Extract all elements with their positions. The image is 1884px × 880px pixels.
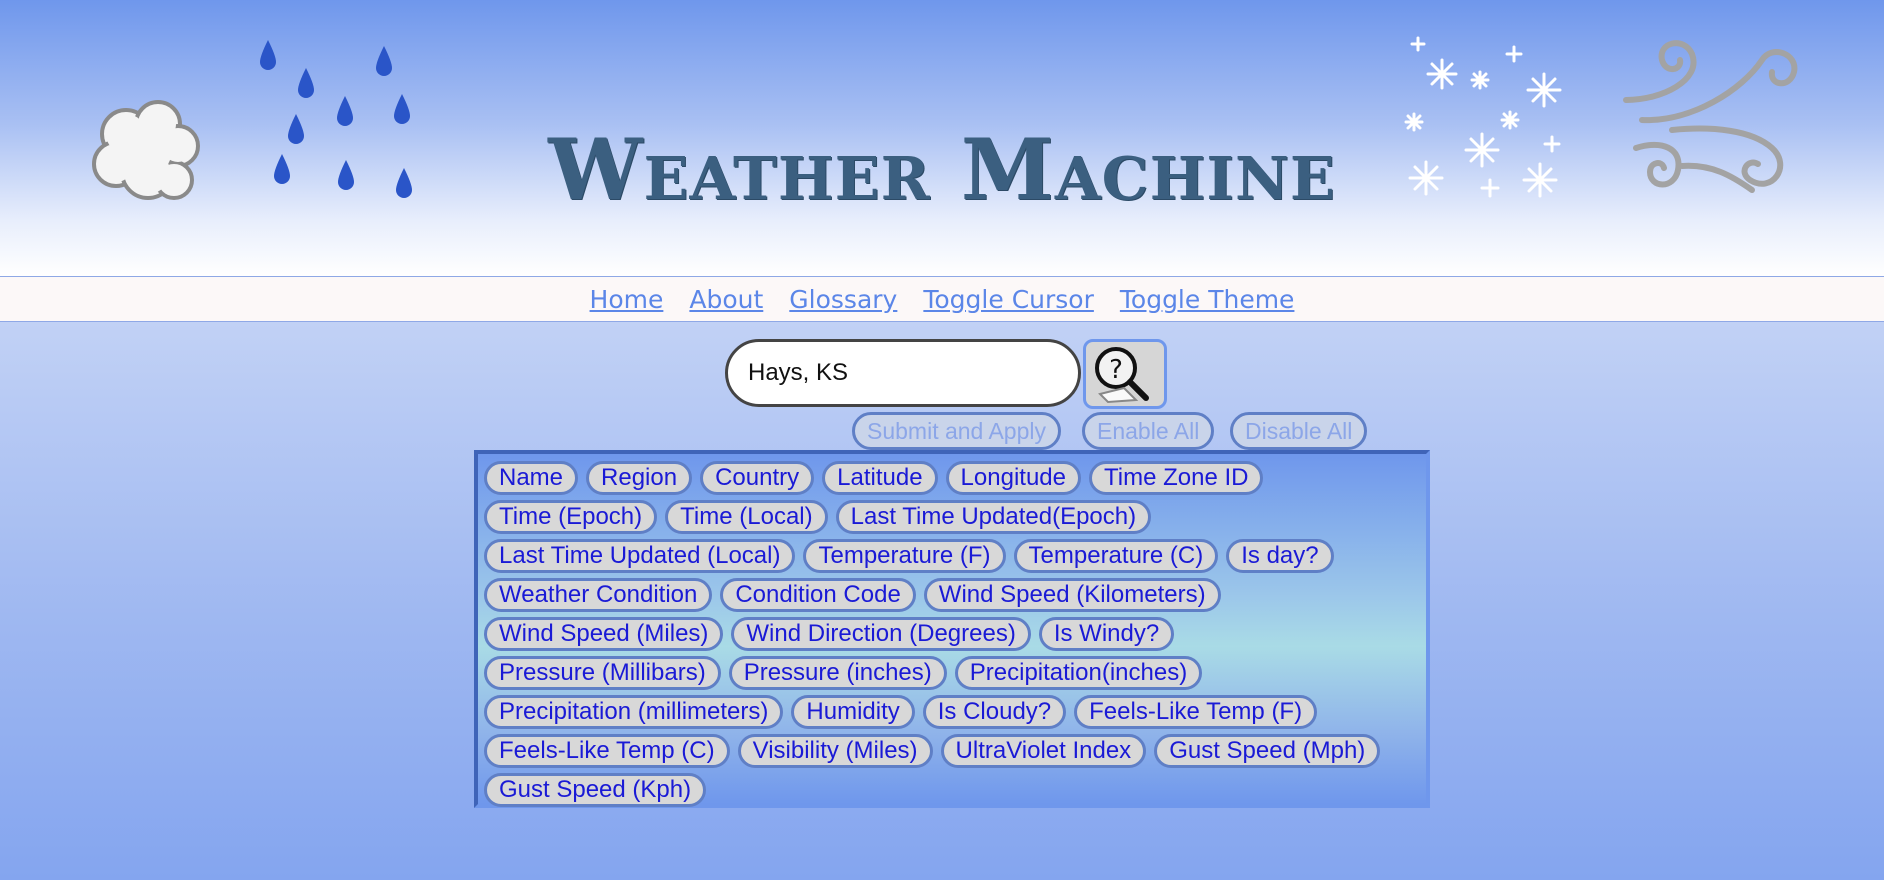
enable-all-button[interactable]: Enable All bbox=[1082, 412, 1215, 450]
field-toggle-wind-speed-miles[interactable]: Wind Speed (Miles) bbox=[484, 616, 724, 651]
submit-and-apply-button[interactable]: Submit and Apply bbox=[852, 412, 1062, 450]
field-toggle-region[interactable]: Region bbox=[586, 460, 693, 495]
field-toggle-last-updated-epoch[interactable]: Last Time Updated(Epoch) bbox=[835, 499, 1152, 534]
nav-home-link[interactable]: Home bbox=[590, 285, 664, 314]
field-toggle-humidity[interactable]: Humidity bbox=[791, 694, 915, 729]
disable-all-button[interactable]: Disable All bbox=[1230, 412, 1368, 450]
field-toggle-is-cloudy[interactable]: Is Cloudy? bbox=[922, 694, 1067, 729]
field-toggle-name[interactable]: Name bbox=[484, 460, 579, 495]
field-toggle-pressure-in[interactable]: Pressure (inches) bbox=[728, 655, 947, 690]
field-toggle-time-local[interactable]: Time (Local) bbox=[665, 499, 828, 534]
nav-toggle-cursor-link[interactable]: Toggle Cursor bbox=[923, 285, 1094, 314]
field-toggle-precip-mm[interactable]: Precipitation (millimeters) bbox=[484, 694, 784, 729]
field-toggle-time-zone-id[interactable]: Time Zone ID bbox=[1088, 460, 1264, 495]
field-row: Pressure (Millibars) Pressure (inches) P… bbox=[484, 653, 1426, 692]
search-button[interactable]: ? bbox=[1083, 339, 1167, 409]
field-row: Name Region Country Latitude Longitude T… bbox=[484, 458, 1426, 497]
location-search-input[interactable] bbox=[725, 339, 1081, 407]
wind-swirl-icon bbox=[1623, 40, 1798, 193]
page-title: Weather Machine bbox=[548, 120, 1336, 219]
field-toggle-last-updated-local[interactable]: Last Time Updated (Local) bbox=[484, 538, 796, 573]
field-toggle-temperature-c[interactable]: Temperature (C) bbox=[1013, 538, 1219, 573]
field-row: Time (Epoch) Time (Local) Last Time Upda… bbox=[484, 497, 1426, 536]
field-row: Precipitation (millimeters) Humidity Is … bbox=[484, 692, 1426, 731]
field-toggle-pressure-mb[interactable]: Pressure (Millibars) bbox=[484, 655, 721, 690]
snowflakes-icon bbox=[1404, 36, 1562, 198]
nav-glossary-link[interactable]: Glossary bbox=[789, 285, 897, 314]
field-toggle-latitude[interactable]: Latitude bbox=[822, 460, 938, 495]
field-toggle-uv-index[interactable]: UltraViolet Index bbox=[940, 733, 1147, 768]
field-toggle-temperature-f[interactable]: Temperature (F) bbox=[803, 538, 1006, 573]
field-toggle-gust-kph[interactable]: Gust Speed (Kph) bbox=[484, 772, 707, 807]
site-header: Weather Machine bbox=[0, 0, 1884, 276]
field-toggle-precip-in[interactable]: Precipitation(inches) bbox=[954, 655, 1203, 690]
field-row: Wind Speed (Miles) Wind Direction (Degre… bbox=[484, 614, 1426, 653]
svg-text:?: ? bbox=[1109, 355, 1123, 385]
field-toggle-is-day[interactable]: Is day? bbox=[1226, 538, 1334, 573]
field-toggle-feels-like-f[interactable]: Feels-Like Temp (F) bbox=[1074, 694, 1318, 729]
nav-about-link[interactable]: About bbox=[689, 285, 763, 314]
field-row: Gust Speed (Kph) bbox=[484, 770, 1426, 809]
field-row: Weather Condition Condition Code Wind Sp… bbox=[484, 575, 1426, 614]
nav-toggle-theme-link[interactable]: Toggle Theme bbox=[1120, 285, 1295, 314]
field-toggle-weather-condition[interactable]: Weather Condition bbox=[484, 577, 713, 612]
field-selection-panel: Name Region Country Latitude Longitude T… bbox=[474, 450, 1430, 808]
field-toggle-wind-direction[interactable]: Wind Direction (Degrees) bbox=[731, 616, 1031, 651]
field-toggle-country[interactable]: Country bbox=[700, 460, 815, 495]
field-toggle-wind-speed-km[interactable]: Wind Speed (Kilometers) bbox=[923, 577, 1221, 612]
field-row: Feels-Like Temp (C) Visibility (Miles) U… bbox=[484, 731, 1426, 770]
field-toggle-condition-code[interactable]: Condition Code bbox=[720, 577, 916, 612]
field-toggle-is-windy[interactable]: Is Windy? bbox=[1038, 616, 1175, 651]
field-toggle-gust-mph[interactable]: Gust Speed (Mph) bbox=[1154, 733, 1381, 768]
field-row: Last Time Updated (Local) Temperature (F… bbox=[484, 536, 1426, 575]
magnifier-question-icon: ? bbox=[1095, 347, 1149, 404]
field-toggle-longitude[interactable]: Longitude bbox=[945, 460, 1081, 495]
top-nav: Home About Glossary Toggle Cursor Toggle… bbox=[0, 276, 1884, 322]
field-toggle-feels-like-c[interactable]: Feels-Like Temp (C) bbox=[484, 733, 730, 768]
field-toggle-time-epoch[interactable]: Time (Epoch) bbox=[484, 499, 658, 534]
field-toggle-visibility-miles[interactable]: Visibility (Miles) bbox=[737, 733, 933, 768]
